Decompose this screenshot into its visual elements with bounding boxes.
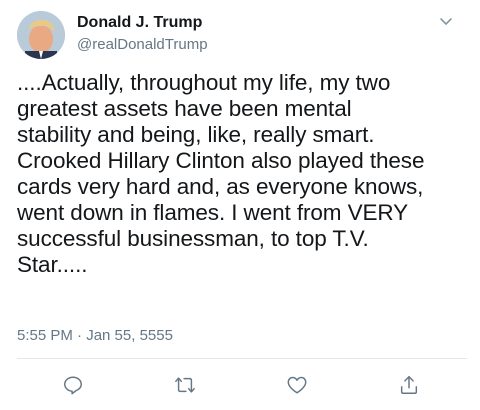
tweet-timestamp[interactable]: 5:55 PM · Jan 55, 5555 bbox=[17, 327, 173, 344]
tweet-text: ....Actually, throughout my life, my two… bbox=[17, 70, 425, 277]
heart-icon bbox=[286, 374, 308, 396]
divider bbox=[17, 358, 467, 359]
chevron-down-icon[interactable] bbox=[437, 12, 455, 30]
avatar[interactable] bbox=[17, 11, 65, 59]
reply-button[interactable] bbox=[61, 373, 85, 397]
share-icon bbox=[398, 374, 420, 396]
retweet-button[interactable] bbox=[173, 373, 197, 397]
display-name[interactable]: Donald J. Trump bbox=[77, 14, 202, 32]
reply-icon bbox=[62, 374, 84, 396]
tweet-card: Donald J. Trump @realDonaldTrump ....Act… bbox=[0, 0, 480, 410]
like-button[interactable] bbox=[285, 373, 309, 397]
user-handle[interactable]: @realDonaldTrump bbox=[77, 36, 208, 53]
retweet-icon bbox=[173, 374, 197, 396]
share-button[interactable] bbox=[397, 373, 421, 397]
